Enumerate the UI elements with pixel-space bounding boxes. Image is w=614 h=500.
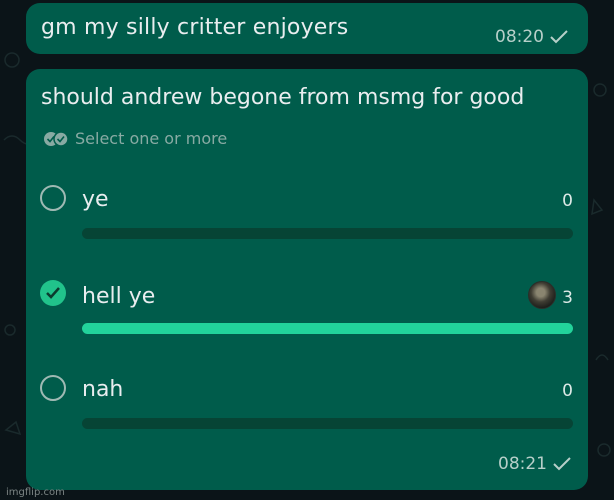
message-bubble[interactable]: gm my silly critter enjoyers 08:20 bbox=[26, 3, 588, 54]
poll-hint-text: Select one or more bbox=[75, 129, 228, 148]
poll-option-count: 3 bbox=[562, 288, 573, 308]
poll-meta: 08:21 bbox=[498, 454, 572, 474]
message-time: 08:20 bbox=[495, 27, 544, 47]
poll-option-ye[interactable]: ye 0 bbox=[26, 181, 588, 261]
poll-option-count: 0 bbox=[562, 381, 573, 401]
check-circle-icon[interactable] bbox=[40, 280, 66, 306]
poll-option-nah[interactable]: nah 0 bbox=[26, 373, 588, 453]
poll-option-hell-ye[interactable]: hell ye 3 bbox=[26, 278, 588, 358]
watermark: imgflip.com bbox=[6, 487, 65, 498]
message-meta: 08:20 bbox=[495, 27, 569, 47]
poll-time: 08:21 bbox=[498, 454, 547, 474]
double-check-icon bbox=[44, 130, 69, 147]
poll-bubble: should andrew begone from msmg for good … bbox=[26, 69, 588, 490]
poll-option-label: ye bbox=[82, 187, 109, 212]
single-check-icon bbox=[553, 457, 571, 471]
avatar[interactable] bbox=[528, 281, 556, 309]
poll-option-label: nah bbox=[82, 377, 124, 402]
poll-option-progress-fill bbox=[82, 323, 573, 334]
poll-hint: Select one or more bbox=[43, 129, 227, 148]
poll-option-progress bbox=[82, 228, 573, 239]
poll-question: should andrew begone from msmg for good bbox=[41, 85, 525, 110]
radio-unchecked-icon[interactable] bbox=[40, 375, 66, 401]
radio-unchecked-icon[interactable] bbox=[40, 185, 66, 211]
poll-option-progress bbox=[82, 323, 573, 334]
poll-option-label: hell ye bbox=[82, 284, 156, 309]
poll-option-count: 0 bbox=[562, 191, 573, 211]
poll-option-progress bbox=[82, 418, 573, 429]
single-check-icon bbox=[550, 30, 568, 44]
message-text: gm my silly critter enjoyers bbox=[41, 15, 349, 40]
